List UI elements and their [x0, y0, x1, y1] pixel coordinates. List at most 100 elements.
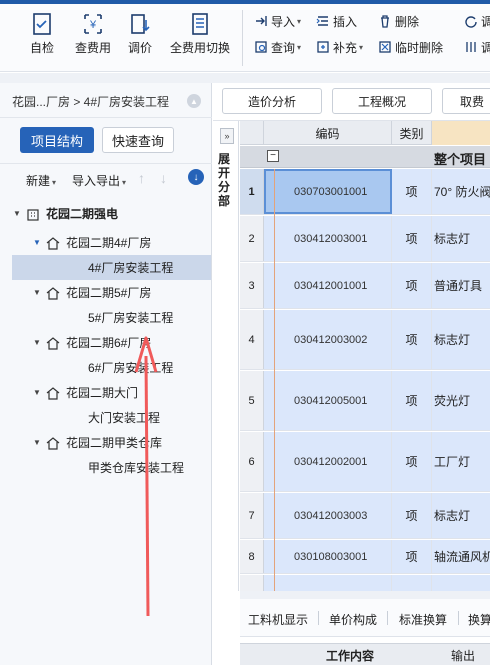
tab-unit-price[interactable]: 单价构成: [329, 611, 377, 628]
tree-node[interactable]: ▼ 花园二期甲类仓库: [12, 430, 211, 455]
tab-project-overview[interactable]: 工程概况: [332, 88, 432, 114]
table-row[interactable]: 4 030412003002 项 标志灯: [240, 310, 490, 370]
name-cell[interactable]: 轴流通风机: [432, 540, 490, 573]
table-row[interactable]: 6 030412002001 项 工厂灯: [240, 432, 490, 492]
move-up-icon[interactable]: ↑: [138, 170, 145, 186]
query-button[interactable]: 查询 ▾: [254, 38, 301, 56]
table-row[interactable]: 1 030703001001 项 70° 防火阀: [240, 169, 490, 215]
svg-text:¥: ¥: [89, 19, 97, 31]
switch-fee-icon: [192, 13, 208, 35]
expand-toggle-icon[interactable]: ▼: [32, 438, 42, 447]
type-cell[interactable]: [392, 575, 432, 591]
self-check-button[interactable]: 自检: [30, 12, 54, 56]
tree-node[interactable]: ▼ 花园二期5#厂房: [12, 280, 211, 305]
tree-leaf-selected[interactable]: 4#厂房安装工程: [12, 255, 211, 280]
splitter[interactable]: [240, 591, 490, 599]
divider: [458, 611, 459, 625]
insert-icon: [316, 16, 328, 26]
chevron-down-icon: ▾: [297, 16, 302, 26]
collapse-icon[interactable]: ▲: [187, 94, 201, 108]
tab-cost-analysis[interactable]: 造价分析: [222, 88, 322, 114]
code-cell[interactable]: 030412002001: [264, 432, 392, 491]
download-icon[interactable]: ↓: [188, 169, 204, 185]
table-row[interactable]: 3 030412001001 项 普通灯具: [240, 263, 490, 309]
type-cell[interactable]: 项: [392, 216, 432, 261]
header-output[interactable]: 输出: [451, 647, 475, 664]
name-cell[interactable]: 标志灯: [432, 493, 490, 538]
type-cell[interactable]: 项: [392, 371, 432, 430]
move-down-icon[interactable]: ↓: [160, 170, 167, 186]
delete-button[interactable]: 删除: [378, 12, 419, 30]
type-cell[interactable]: 项: [392, 432, 432, 491]
type-cell[interactable]: 项: [392, 540, 432, 573]
expand-toggle-icon[interactable]: ▼: [32, 338, 42, 347]
table-row[interactable]: 7 030412003003 项 标志灯: [240, 493, 490, 539]
table-row[interactable]: [240, 575, 490, 591]
import-button[interactable]: 导入 ▾: [254, 12, 301, 30]
tree-node[interactable]: ▼ 花园二期大门: [12, 380, 211, 405]
divider: [318, 611, 319, 625]
type-cell[interactable]: 项: [392, 169, 432, 214]
supplement-button[interactable]: 补充 ▾: [316, 38, 363, 56]
tree-leaf[interactable]: 6#厂房安装工程: [12, 355, 211, 380]
query-icon: [255, 41, 267, 53]
name-cell[interactable]: 标志灯: [432, 310, 490, 369]
tab-conversion[interactable]: 换算: [468, 611, 490, 628]
table-row[interactable]: 8 030108003001 项 轴流通风机: [240, 540, 490, 574]
type-cell[interactable]: 项: [392, 263, 432, 308]
code-cell[interactable]: 030412001001: [264, 263, 392, 308]
name-cell[interactable]: 荧光灯: [432, 371, 490, 430]
name-cell[interactable]: 普通灯具: [432, 263, 490, 308]
collapse-icon[interactable]: −: [267, 150, 279, 162]
code-cell[interactable]: 030412003001: [264, 216, 392, 261]
temp-delete-button[interactable]: 临时删除: [378, 38, 443, 56]
code-cell[interactable]: 030412005001: [264, 371, 392, 430]
table-row[interactable]: 5 030412005001 项 荧光灯: [240, 371, 490, 431]
switch-fee-button[interactable]: 全费用切换: [170, 12, 230, 56]
type-cell[interactable]: 项: [392, 493, 432, 538]
search-fee-button[interactable]: ¥ 查费用: [75, 12, 111, 56]
adjust-price-button[interactable]: 调价: [128, 12, 152, 56]
code-cell[interactable]: 030412003003: [264, 493, 392, 538]
type-cell[interactable]: 项: [392, 310, 432, 369]
expand-button[interactable]: »: [220, 128, 234, 144]
name-cell[interactable]: 70° 防火阀: [432, 169, 490, 214]
new-menu[interactable]: 新建 ▾: [26, 172, 56, 189]
name-cell[interactable]: [432, 575, 490, 591]
expand-toggle-icon[interactable]: ▼: [12, 209, 22, 218]
code-cell[interactable]: 030703001001: [264, 169, 392, 214]
tree-leaf[interactable]: 大门安装工程: [12, 405, 211, 430]
expand-toggle-icon[interactable]: ▼: [32, 288, 42, 297]
tab-quick-query[interactable]: 快速查询: [102, 127, 174, 153]
code-cell[interactable]: 030108003001: [264, 540, 392, 573]
name-cell[interactable]: 工厂灯: [432, 432, 490, 491]
tree-node[interactable]: ▼ 花园二期4#厂房: [12, 230, 211, 255]
table-row[interactable]: 2 030412003001 项 标志灯: [240, 216, 490, 262]
more-button-2[interactable]: 调: [464, 38, 490, 56]
group-row[interactable]: − 整个项目: [240, 146, 490, 168]
expand-toggle-icon[interactable]: ▼: [32, 388, 42, 397]
grid-header: 编码 类别: [240, 121, 490, 145]
chevron-down-icon: ▾: [122, 178, 127, 187]
insert-button[interactable]: 插入: [316, 12, 357, 30]
header-code[interactable]: 编码: [264, 121, 392, 145]
tab-labor-material[interactable]: 工料机显示: [248, 611, 308, 628]
tab-project-structure[interactable]: 项目结构: [20, 127, 94, 153]
more-button[interactable]: 调: [464, 12, 490, 30]
code-cell[interactable]: [264, 575, 392, 591]
tab-fee[interactable]: 取费: [442, 88, 490, 114]
import-export-menu[interactable]: 导入导出 ▾: [72, 172, 126, 189]
tree-leaf[interactable]: 5#厂房安装工程: [12, 305, 211, 330]
expand-toggle-icon[interactable]: ▼: [32, 238, 42, 247]
tree-leaf[interactable]: 甲类仓库安装工程: [12, 455, 211, 480]
code-cell[interactable]: 030412003002: [264, 310, 392, 369]
header-name[interactable]: [432, 121, 490, 145]
name-cell[interactable]: 标志灯: [432, 216, 490, 261]
header-type[interactable]: 类别: [392, 121, 432, 145]
tree-node[interactable]: ▼ 花园二期6#厂房: [12, 330, 211, 355]
header-work-content[interactable]: 工作内容: [326, 647, 374, 664]
house-icon: [46, 236, 60, 250]
tab-standard-conversion[interactable]: 标准换算: [399, 611, 447, 628]
tree-node-root[interactable]: ▼ 花园二期强电: [12, 201, 211, 226]
expand-section-label[interactable]: 展开分部: [218, 152, 232, 208]
